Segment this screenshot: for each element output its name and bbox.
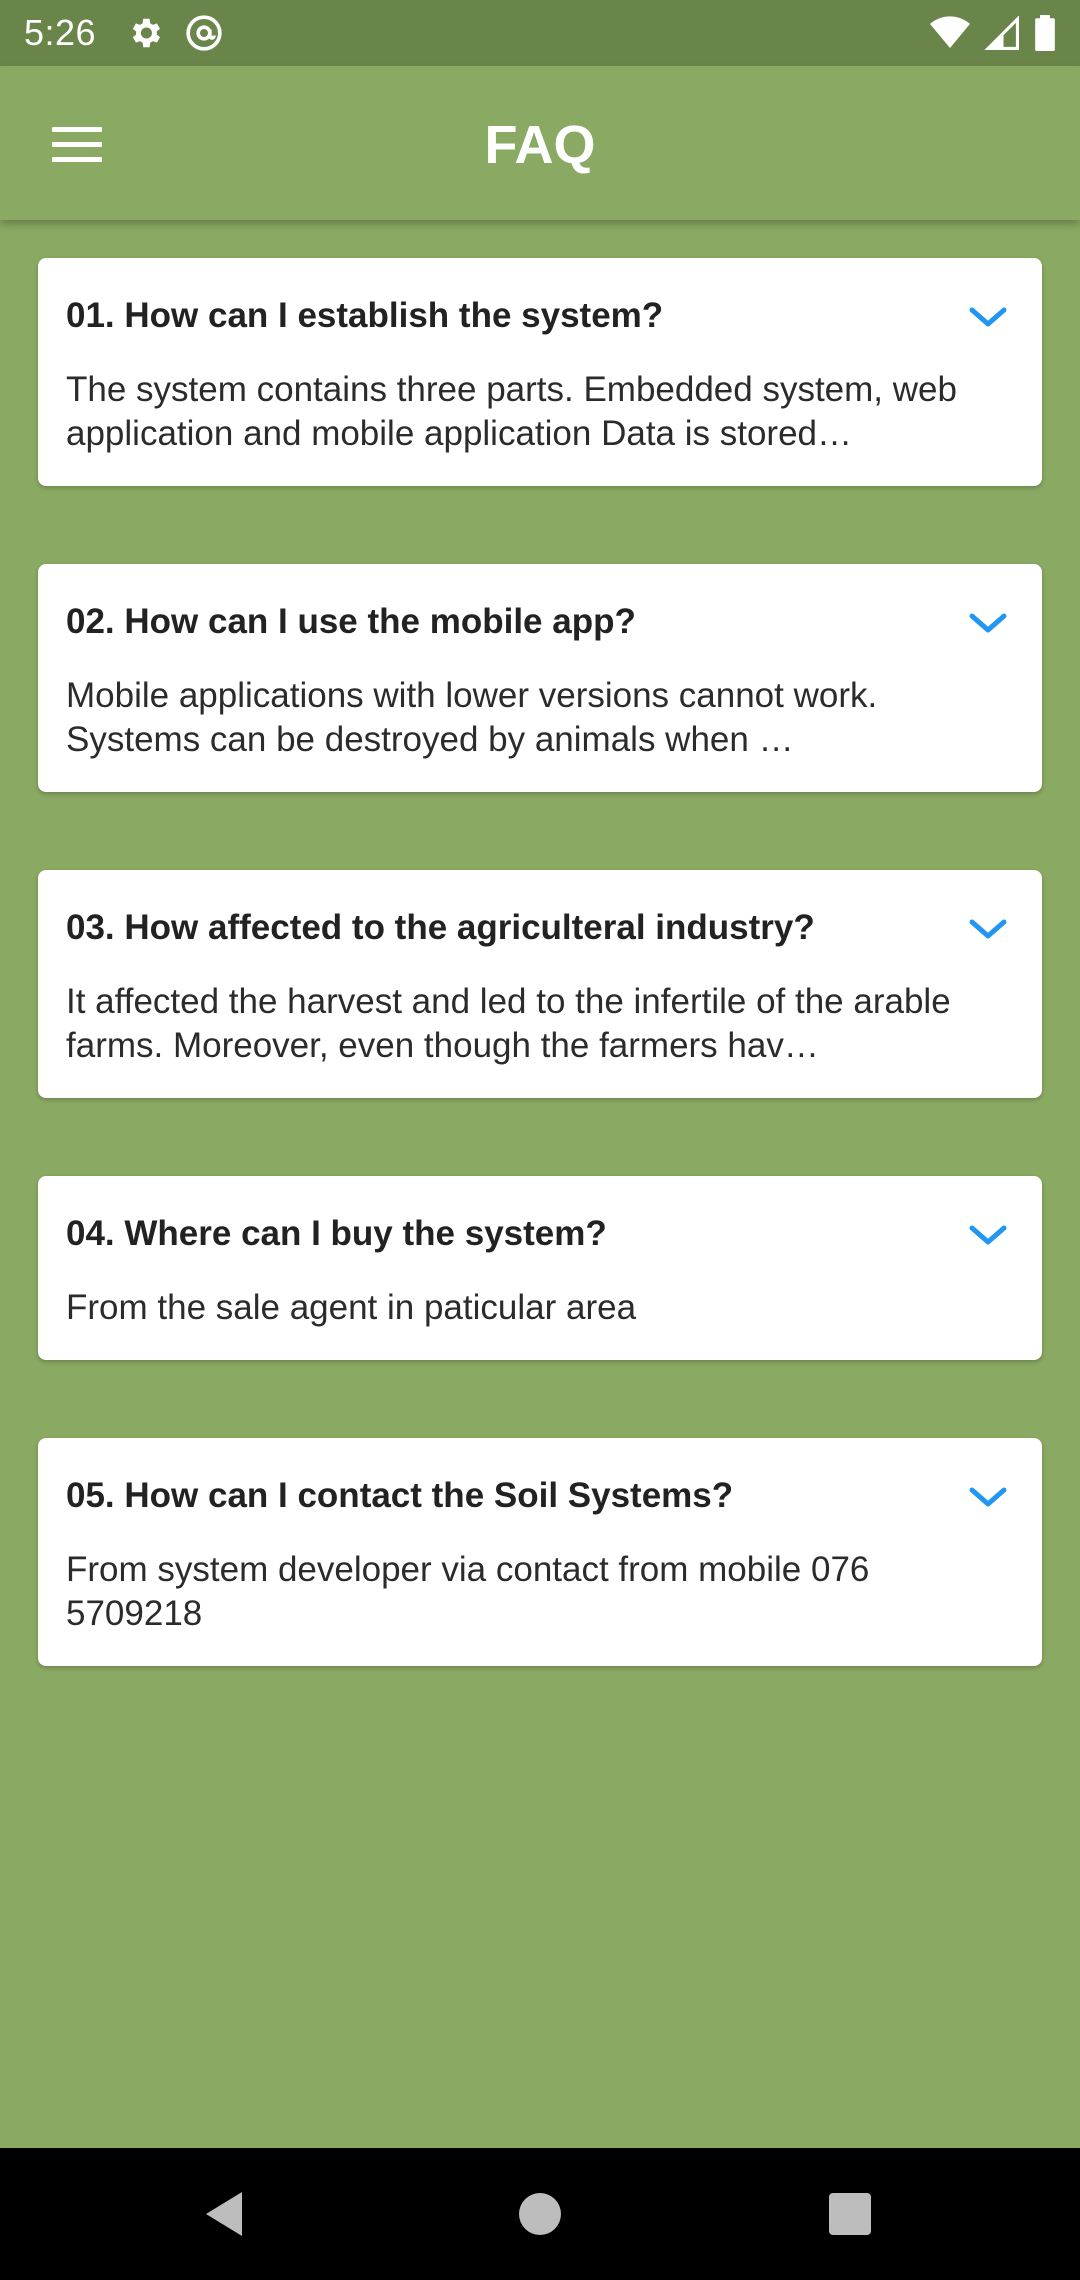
faq-list: 01. How can I establish the system? The …: [38, 258, 1042, 1666]
faq-question: 02. How can I use the mobile app?: [66, 602, 636, 641]
faq-question: 01. How can I establish the system?: [66, 296, 664, 335]
gear-icon: [132, 18, 161, 48]
chevron-down-icon[interactable]: [966, 1220, 1010, 1250]
faq-answer: From the sale agent in paticular area: [66, 1288, 637, 1327]
home-icon[interactable]: [519, 2193, 561, 2235]
status-bar: 5:26: [0, 0, 1080, 66]
faq-answer: It affected the harvest and led to the i…: [66, 982, 951, 1065]
faq-card-4[interactable]: 04. Where can I buy the system? From the…: [38, 1176, 1042, 1360]
faq-question: 03. How affected to the agriculteral ind…: [66, 908, 815, 947]
faq-question: 05. How can I contact the Soil Systems?: [66, 1476, 734, 1515]
faq-card-5[interactable]: 05. How can I contact the Soil Systems? …: [38, 1438, 1042, 1666]
chevron-down-icon[interactable]: [966, 302, 1010, 332]
faq-answer: The system contains three parts. Embedde…: [66, 370, 957, 453]
wifi-icon: [930, 16, 970, 48]
faq-question: 04. Where can I buy the system?: [66, 1214, 607, 1253]
at-sign-icon: [186, 15, 222, 51]
status-time: 5:26: [24, 12, 97, 53]
recents-icon[interactable]: [829, 2193, 871, 2235]
faq-card-1[interactable]: 01. How can I establish the system? The …: [38, 258, 1042, 486]
chevron-down-icon[interactable]: [966, 608, 1010, 638]
faq-answer: From system developer via contact from m…: [66, 1550, 870, 1633]
chevron-down-icon[interactable]: [966, 914, 1010, 944]
signal-icon: [984, 16, 1019, 50]
faq-answer: Mobile applications with lower versions …: [66, 676, 878, 759]
back-icon[interactable]: [204, 2190, 244, 2238]
faq-card-3[interactable]: 03. How affected to the agriculteral ind…: [38, 870, 1042, 1098]
faq-card-2[interactable]: 02. How can I use the mobile app? Mobile…: [38, 564, 1042, 792]
app-bar: FAQ: [0, 66, 1080, 220]
battery-icon: [1035, 15, 1055, 51]
page-title: FAQ: [484, 115, 596, 175]
navigation-bar: [0, 2148, 1080, 2280]
chevron-down-icon[interactable]: [966, 1482, 1010, 1512]
